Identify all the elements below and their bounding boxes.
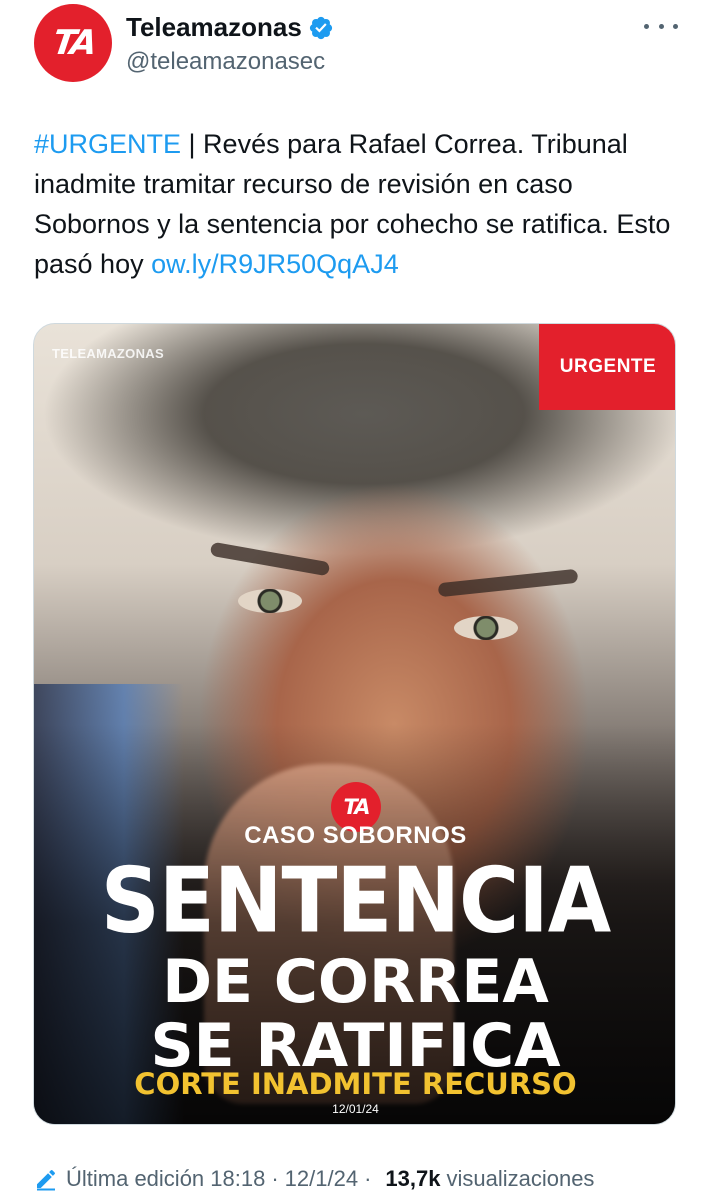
views-count[interactable]: 13,7k	[385, 1166, 440, 1192]
image-headline-2: DE CORREA	[162, 947, 549, 1017]
url-link[interactable]: ow.ly/R9JR50QqAJ4	[151, 249, 399, 279]
image-date: 12/01/24	[332, 1102, 379, 1116]
handle[interactable]: @teleamazonasec	[126, 48, 325, 76]
separator-dot: ·	[364, 1166, 372, 1191]
image-kicker: CASO SOBORNOS	[244, 822, 467, 849]
avatar[interactable]: TA	[34, 4, 112, 82]
display-name[interactable]: Teleamazonas	[126, 12, 302, 43]
name-row: Teleamazonas	[126, 12, 334, 43]
tweet-footer: Última edición 18:18 · 12/1/24 · 13,7k v…	[34, 1166, 594, 1192]
image-subline: CORTE INADMITE RECURSO	[134, 1067, 577, 1101]
urgent-badge: URGENTE	[539, 324, 675, 410]
image-watermark: TELEAMAZONAS	[52, 346, 164, 361]
edited-label[interactable]: Última edición 18:18	[66, 1166, 265, 1192]
views-label: visualizaciones	[446, 1166, 595, 1191]
tweet-date[interactable]: 12/1/24	[285, 1166, 358, 1192]
hashtag-link[interactable]: #URGENTE	[34, 129, 181, 159]
tweet-image[interactable]: TELEAMAZONAS URGENTE TA CASO SOBORNOS SE…	[33, 323, 676, 1125]
verified-badge-icon	[309, 16, 332, 39]
tweet-text: #URGENTE | Revés para Rafael Correa. Tri…	[34, 124, 679, 284]
tweet-header: TA Teleamazonas @teleamazonasec	[0, 0, 708, 110]
more-options-icon[interactable]	[644, 14, 678, 38]
image-logo-text: TA	[343, 795, 371, 819]
pencil-edit-icon[interactable]	[34, 1167, 58, 1191]
avatar-logo-text: TA	[49, 23, 97, 63]
separator-dot: ·	[271, 1166, 279, 1191]
image-headline-1: SENTENCIA	[100, 849, 611, 954]
